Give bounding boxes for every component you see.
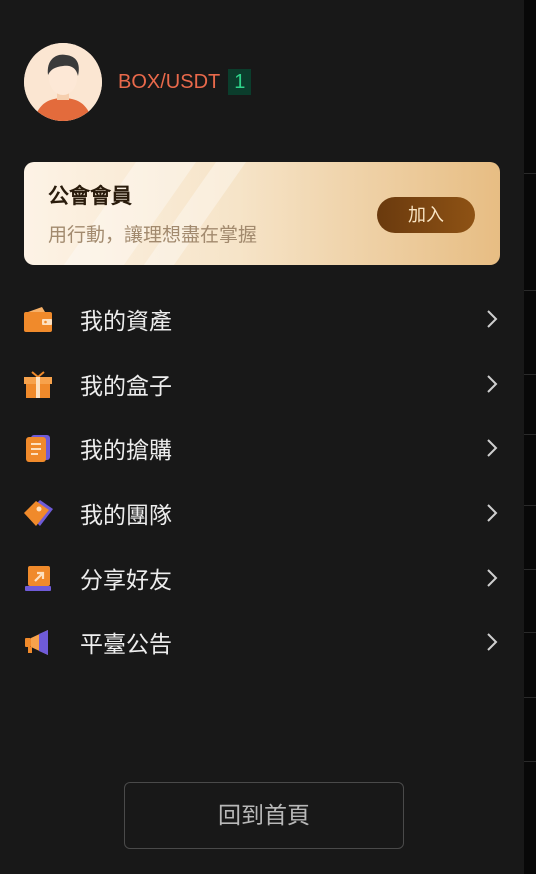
menu-item-team[interactable]: 我的團隊 [0,481,524,546]
join-button[interactable]: 加入 [377,197,475,233]
avatar[interactable] [24,43,102,121]
menu-item-label: 平臺公告 [80,632,172,659]
guild-member-card[interactable]: 公會會員 用行動，讓理想盡在掌握 加入 [24,162,500,265]
divider [524,761,536,762]
menu-item-assets[interactable]: 我的資產 [0,287,524,352]
menu-item-label: 分享好友 [80,567,172,594]
backdrop-overlay[interactable] [524,0,536,874]
order-document-icon [26,435,50,463]
trading-pair-label: BOX/USDT [118,70,221,93]
divider [524,434,536,435]
divider [524,569,536,570]
side-drawer: BOX/USDT 1 公會會員 用行動，讓理想盡在掌握 加入 我的資產 我的盒子… [0,0,524,874]
avatar-image [24,43,102,121]
profile-header: BOX/USDT 1 [24,43,252,121]
chevron-right-icon [487,439,498,458]
menu-item-label: 我的資產 [80,309,172,336]
divider [524,173,536,174]
chevron-right-icon [487,504,498,522]
menu-item-share[interactable]: 分享好友 [0,545,524,610]
chevron-right-icon [487,375,498,393]
menu-item-label: 我的盒子 [80,373,172,400]
divider [524,290,536,291]
menu-item-label: 我的搶購 [80,438,172,465]
megaphone-icon [25,630,48,656]
divider [524,697,536,698]
chevron-right-icon [487,568,498,587]
divider [524,505,536,506]
menu-item-purchases[interactable]: 我的搶購 [0,416,524,481]
member-card-subtitle: 用行動，讓理想盡在掌握 [48,224,258,246]
back-to-home-button[interactable]: 回到首頁 [124,782,404,849]
menu-item-label: 我的團隊 [80,503,172,530]
menu-list: 我的資產 我的盒子 我的搶購 我的團隊 分享好友 平臺公告 [0,287,524,675]
divider [524,374,536,375]
level-badge: 1 [228,69,252,95]
divider [524,632,536,633]
share-icon [25,565,51,591]
tag-icon [24,500,53,527]
chevron-right-icon [487,633,498,651]
wallet-icon [24,307,52,333]
gift-box-icon [24,371,52,398]
menu-item-announcements[interactable]: 平臺公告 [0,610,524,675]
chevron-right-icon [487,310,498,329]
menu-item-boxes[interactable]: 我的盒子 [0,352,524,417]
member-card-title: 公會會員 [48,184,132,208]
